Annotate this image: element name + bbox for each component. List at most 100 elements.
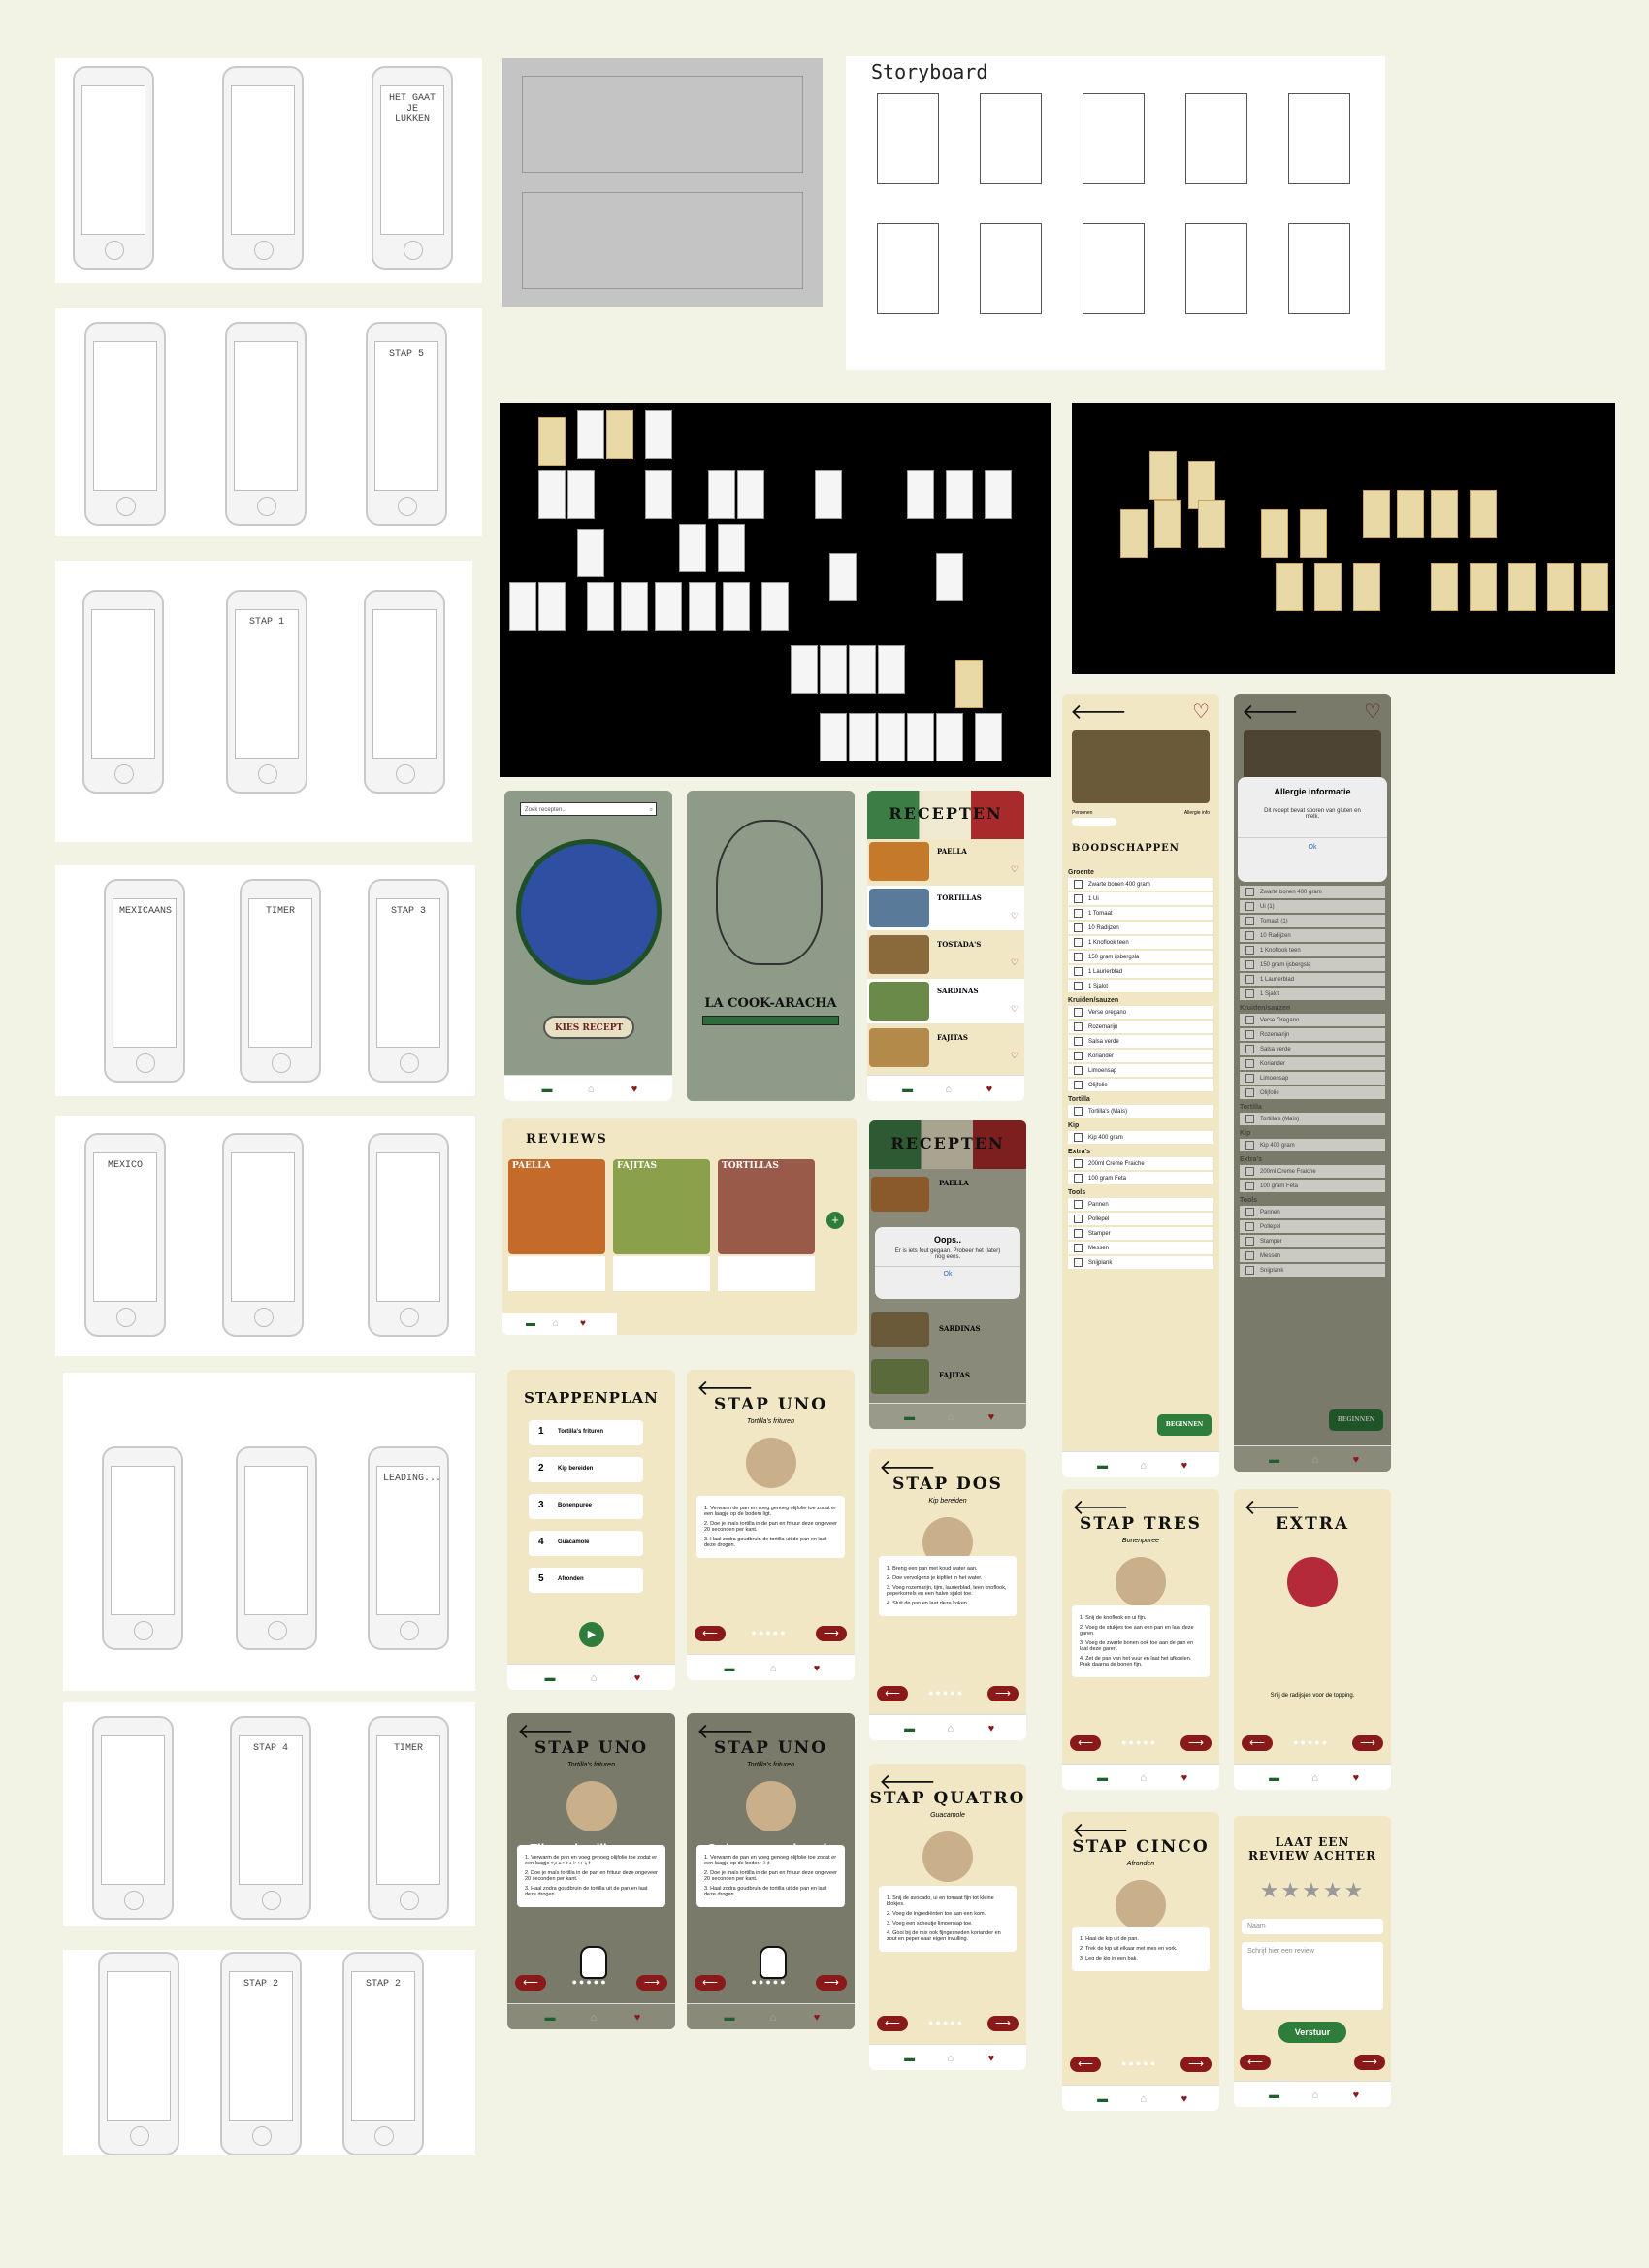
checkbox[interactable] bbox=[1245, 1088, 1254, 1097]
chat-icon[interactable]: ▬ bbox=[904, 1724, 916, 1734]
checkbox[interactable] bbox=[1074, 1052, 1083, 1060]
chat-icon[interactable]: ▬ bbox=[724, 2013, 735, 2024]
checkbox[interactable] bbox=[1245, 1251, 1254, 1260]
favorite-heart-icon[interactable]: ♡ bbox=[1011, 911, 1018, 922]
checkbox[interactable] bbox=[1245, 1222, 1254, 1231]
ingredient-row[interactable]: Snijplank bbox=[1068, 1256, 1213, 1269]
chat-icon[interactable]: ▬ bbox=[526, 1318, 535, 1329]
ingredient-row[interactable]: Zwarte bonen 400 gram bbox=[1240, 886, 1385, 898]
checkbox[interactable] bbox=[1074, 1244, 1083, 1252]
chat-icon[interactable]: ▬ bbox=[1269, 1455, 1280, 1466]
previous-arrow-button[interactable]: ⟵ bbox=[515, 1975, 546, 1991]
checkbox[interactable] bbox=[1245, 1266, 1254, 1275]
chat-icon[interactable]: ▬ bbox=[544, 1673, 556, 1684]
heart-icon[interactable]: ♥ bbox=[1350, 2090, 1362, 2101]
ingredient-row[interactable]: Stamper bbox=[1240, 1235, 1385, 1247]
checkbox[interactable] bbox=[1074, 1081, 1083, 1089]
heart-icon[interactable]: ♥ bbox=[811, 1664, 823, 1674]
checkbox[interactable] bbox=[1245, 888, 1254, 896]
ingredient-row[interactable]: 1 Sjalot bbox=[1068, 980, 1213, 992]
checkbox[interactable] bbox=[1074, 1107, 1083, 1116]
ingredient-row[interactable]: Pollepel bbox=[1068, 1213, 1213, 1225]
plan-step-item[interactable]: 4 Guacamole bbox=[529, 1531, 643, 1556]
ingredient-row[interactable]: 10 Radijzen bbox=[1068, 922, 1213, 934]
recipe-row[interactable]: PAELLA ♡ bbox=[867, 839, 1024, 884]
ingredient-row[interactable]: 1 Tomaat bbox=[1068, 907, 1213, 920]
review-card[interactable]: FAJITAS bbox=[613, 1159, 710, 1295]
checkbox[interactable] bbox=[1074, 1066, 1083, 1075]
checkbox[interactable] bbox=[1245, 931, 1254, 940]
previous-arrow-button[interactable]: ⟵ bbox=[877, 2016, 908, 2031]
favorite-heart-icon[interactable]: ♡ bbox=[1011, 1004, 1018, 1015]
next-arrow-button[interactable]: ⟶ bbox=[987, 2016, 1018, 2031]
home-icon[interactable]: ⌂ bbox=[1310, 1455, 1321, 1466]
ingredient-row[interactable]: 1 Knoflook teen bbox=[1068, 936, 1213, 949]
favorite-heart-icon[interactable]: ♡ bbox=[1364, 699, 1381, 724]
heart-icon[interactable]: ♥ bbox=[986, 1724, 997, 1734]
plan-step-item[interactable]: 5 Afronden bbox=[529, 1568, 643, 1593]
heart-icon[interactable]: ♥ bbox=[580, 1318, 586, 1329]
plan-step-item[interactable]: 1 Tortilla's frituren bbox=[529, 1420, 643, 1445]
ingredient-row[interactable]: Rozemarijn bbox=[1068, 1021, 1213, 1033]
ingredient-row[interactable]: Messen bbox=[1068, 1242, 1213, 1254]
next-arrow-button[interactable]: ⟶ bbox=[636, 1975, 667, 1991]
ingredient-row[interactable]: Olijfolie bbox=[1068, 1079, 1213, 1091]
checkbox[interactable] bbox=[1074, 982, 1083, 990]
home-icon[interactable]: ⌂ bbox=[945, 2054, 956, 2064]
star-rating[interactable]: ★★★★★ bbox=[1234, 1878, 1391, 1903]
ingredient-row[interactable]: 1 Ui bbox=[1068, 892, 1213, 905]
ingredient-row[interactable]: 1 Laurierblad bbox=[1068, 965, 1213, 978]
submit-button[interactable]: Verstuur bbox=[1278, 2022, 1346, 2043]
chat-icon[interactable]: ▬ bbox=[1097, 2094, 1109, 2105]
home-icon[interactable]: ⌂ bbox=[1138, 1773, 1149, 1784]
next-arrow-button[interactable]: ⟶ bbox=[1180, 2057, 1212, 2072]
ingredient-row[interactable]: 10 Radijzen bbox=[1240, 929, 1385, 942]
next-arrow-button[interactable]: ⟶ bbox=[816, 1626, 847, 1641]
ingredient-row[interactable]: Kip 400 gram bbox=[1240, 1139, 1385, 1151]
add-review-button[interactable]: + bbox=[826, 1212, 844, 1229]
ingredient-row[interactable]: Snijplank bbox=[1240, 1264, 1385, 1277]
previous-arrow-button[interactable]: ⟵ bbox=[1242, 1735, 1273, 1751]
back-arrow-icon[interactable]: 🡐 bbox=[1070, 701, 1127, 723]
chat-icon[interactable]: ▬ bbox=[904, 1412, 916, 1423]
ingredient-row[interactable]: Pollepel bbox=[1240, 1220, 1385, 1233]
previous-arrow-button[interactable]: ⟵ bbox=[1070, 2057, 1101, 2072]
home-icon[interactable]: ⌂ bbox=[588, 1673, 599, 1684]
checkbox[interactable] bbox=[1245, 1167, 1254, 1176]
checkbox[interactable] bbox=[1074, 953, 1083, 961]
ingredient-row[interactable]: 200ml Creme Fraiche bbox=[1240, 1165, 1385, 1178]
checkbox[interactable] bbox=[1245, 1074, 1254, 1083]
ingredient-row[interactable]: 1 Knoflook teen bbox=[1240, 944, 1385, 956]
next-arrow-button[interactable]: ⟶ bbox=[1354, 2055, 1385, 2070]
heart-icon[interactable]: ♥ bbox=[811, 2013, 823, 2024]
previous-arrow-button[interactable]: ⟵ bbox=[695, 1975, 726, 1991]
home-icon[interactable]: ⌂ bbox=[767, 1664, 779, 1674]
checkbox[interactable] bbox=[1074, 1159, 1083, 1168]
home-icon[interactable]: ⌂ bbox=[945, 1412, 956, 1423]
ingredient-row[interactable]: Tortilla's (Maïs) bbox=[1240, 1113, 1385, 1125]
home-icon[interactable]: ⌂ bbox=[585, 1085, 597, 1095]
checkbox[interactable] bbox=[1245, 1045, 1254, 1053]
checkbox[interactable] bbox=[1245, 1237, 1254, 1246]
checkbox[interactable] bbox=[1245, 1016, 1254, 1024]
ingredient-row[interactable]: Pannen bbox=[1068, 1198, 1213, 1211]
checkbox[interactable] bbox=[1074, 1258, 1083, 1267]
previous-arrow-button[interactable]: ⟵ bbox=[1240, 2055, 1271, 2070]
checkbox[interactable] bbox=[1074, 1008, 1083, 1017]
ingredient-row[interactable]: Stamper bbox=[1068, 1227, 1213, 1240]
chat-icon[interactable]: ▬ bbox=[1269, 1773, 1280, 1784]
ingredient-row[interactable]: Limoensap bbox=[1068, 1064, 1213, 1077]
ingredient-row[interactable]: Verse Oregano bbox=[1240, 1014, 1385, 1026]
ingredient-row[interactable]: Rozemarijn bbox=[1240, 1028, 1385, 1041]
next-arrow-button[interactable]: ⟶ bbox=[1180, 1735, 1212, 1751]
heart-icon[interactable]: ♥ bbox=[1350, 1773, 1362, 1784]
next-arrow-button[interactable]: ⟶ bbox=[1352, 1735, 1383, 1751]
ingredient-row[interactable]: 100 gram Feta bbox=[1240, 1180, 1385, 1192]
favorite-heart-icon[interactable]: ♡ bbox=[1011, 864, 1018, 875]
previous-arrow-button[interactable]: ⟵ bbox=[695, 1626, 726, 1641]
ingredient-row[interactable]: Tomaat (1) bbox=[1240, 915, 1385, 927]
checkbox[interactable] bbox=[1245, 1182, 1254, 1190]
ingredient-row[interactable]: 150 gram ijsbergsla bbox=[1068, 951, 1213, 963]
chat-icon[interactable]: ▬ bbox=[1269, 2090, 1280, 2101]
chat-icon[interactable]: ▬ bbox=[1097, 1773, 1109, 1784]
